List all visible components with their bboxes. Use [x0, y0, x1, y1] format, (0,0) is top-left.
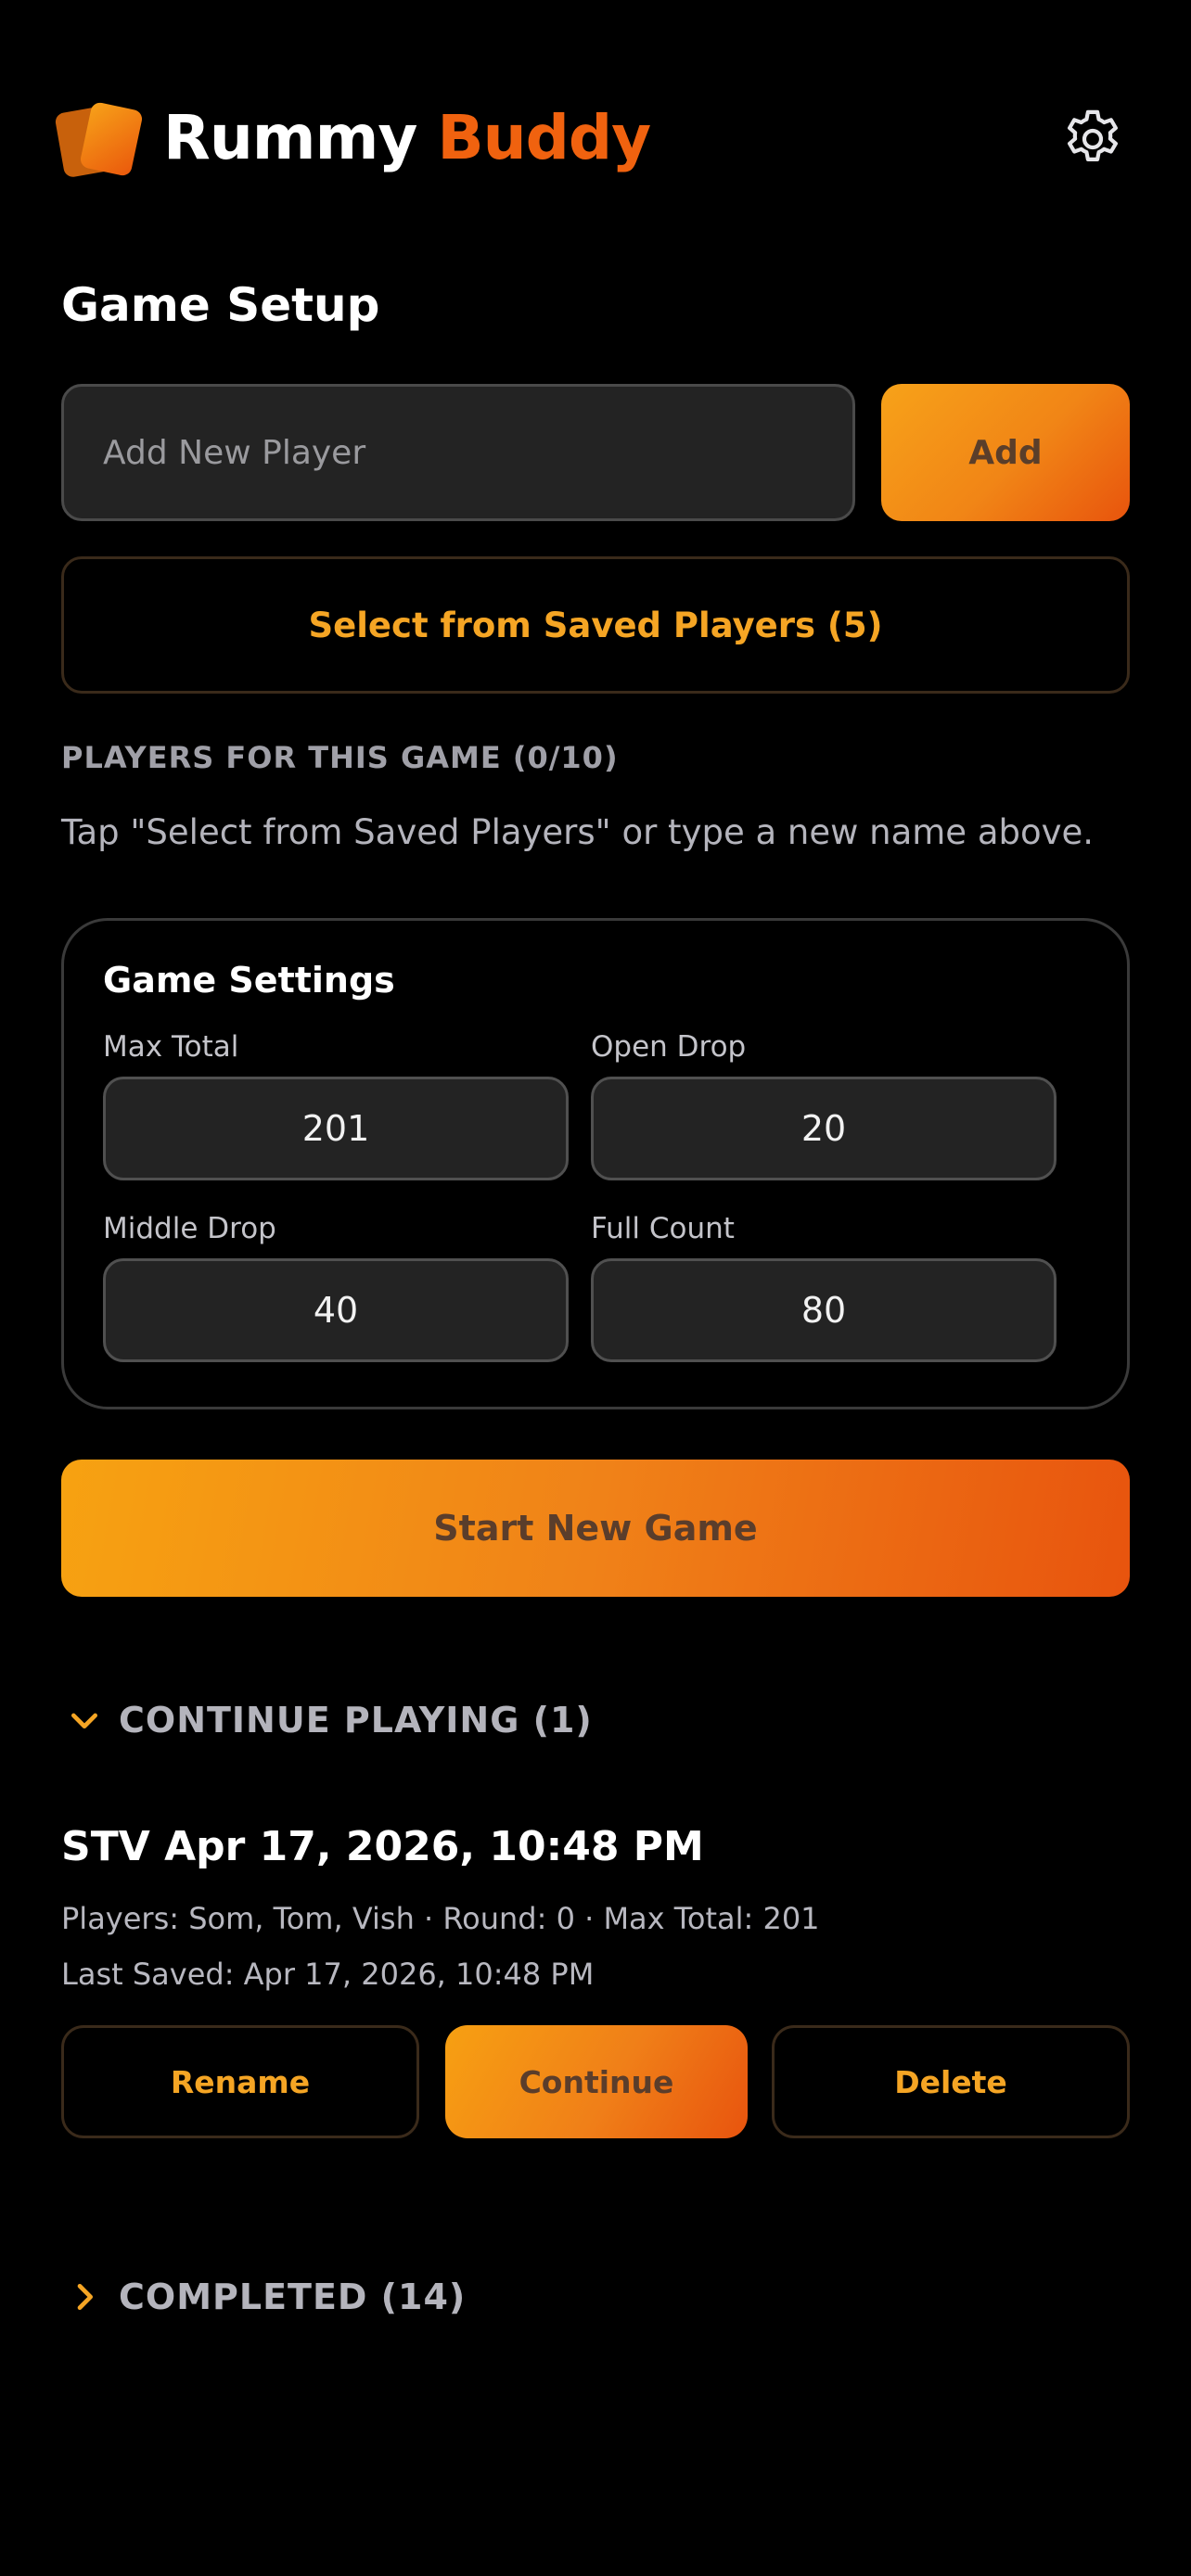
completed-toggle[interactable]: COMPLETED (14)	[61, 2264, 466, 2329]
open-drop-input[interactable]: 20	[591, 1077, 1057, 1180]
max-total-field: Max Total 201	[103, 1030, 569, 1180]
add-player-row: Add	[61, 384, 1130, 521]
game-settings-title: Game Settings	[103, 960, 395, 1001]
continue-button[interactable]: Continue	[445, 2025, 748, 2138]
start-new-game-button[interactable]: Start New Game	[61, 1460, 1130, 1597]
chevron-down-icon	[61, 1697, 108, 1743]
open-drop-field: Open Drop 20	[591, 1030, 1057, 1180]
gear-icon	[1068, 109, 1118, 161]
continue-playing-heading: CONTINUE PLAYING (1)	[119, 1700, 593, 1741]
app-title: Rummy Buddy	[163, 101, 651, 173]
saved-game-actions: Rename Continue Delete	[61, 2025, 1130, 2138]
full-count-input[interactable]: 80	[591, 1258, 1057, 1362]
settings-button[interactable]	[1050, 96, 1135, 182]
full-count-field: Full Count 80	[591, 1212, 1057, 1362]
app-screen: Rummy Buddy Game Setup Add Select from S…	[0, 0, 1191, 2576]
game-setup-title: Game Setup	[61, 278, 380, 332]
players-heading: PLAYERS FOR THIS GAME (0/10)	[61, 740, 619, 775]
field-label: Open Drop	[591, 1030, 747, 1064]
field-label: Middle Drop	[103, 1212, 276, 1245]
continue-playing-toggle[interactable]: CONTINUE PLAYING (1)	[61, 1688, 593, 1753]
game-settings-card: Game Settings Max Total 201 Open Drop 20…	[61, 918, 1130, 1409]
cards-logo-icon	[54, 100, 144, 179]
select-saved-players-button[interactable]: Select from Saved Players (5)	[61, 556, 1130, 694]
saved-game-last-saved: Last Saved: Apr 17, 2026, 10:48 PM	[61, 1957, 595, 1992]
players-hint: Tap "Select from Saved Players" or type …	[61, 812, 1095, 852]
middle-drop-field: Middle Drop 40	[103, 1212, 569, 1362]
add-player-button[interactable]: Add	[881, 384, 1130, 521]
middle-drop-input[interactable]: 40	[103, 1258, 569, 1362]
brand-word-2: Buddy	[437, 101, 651, 173]
brand-word-1: Rummy	[163, 101, 417, 173]
saved-game-title: STV Apr 17, 2026, 10:48 PM	[61, 1823, 704, 1870]
max-total-input[interactable]: 201	[103, 1077, 569, 1180]
rename-button[interactable]: Rename	[61, 2025, 419, 2138]
delete-button[interactable]: Delete	[772, 2025, 1130, 2138]
completed-heading: COMPLETED (14)	[119, 2276, 467, 2317]
chevron-right-icon	[61, 2274, 108, 2320]
app-header: Rummy Buddy	[54, 93, 1135, 182]
new-player-input[interactable]	[61, 384, 855, 521]
field-label: Full Count	[591, 1212, 735, 1245]
saved-game-players: Players: Som, Tom, Vish · Round: 0 · Max…	[61, 1901, 820, 1936]
field-label: Max Total	[103, 1030, 239, 1064]
